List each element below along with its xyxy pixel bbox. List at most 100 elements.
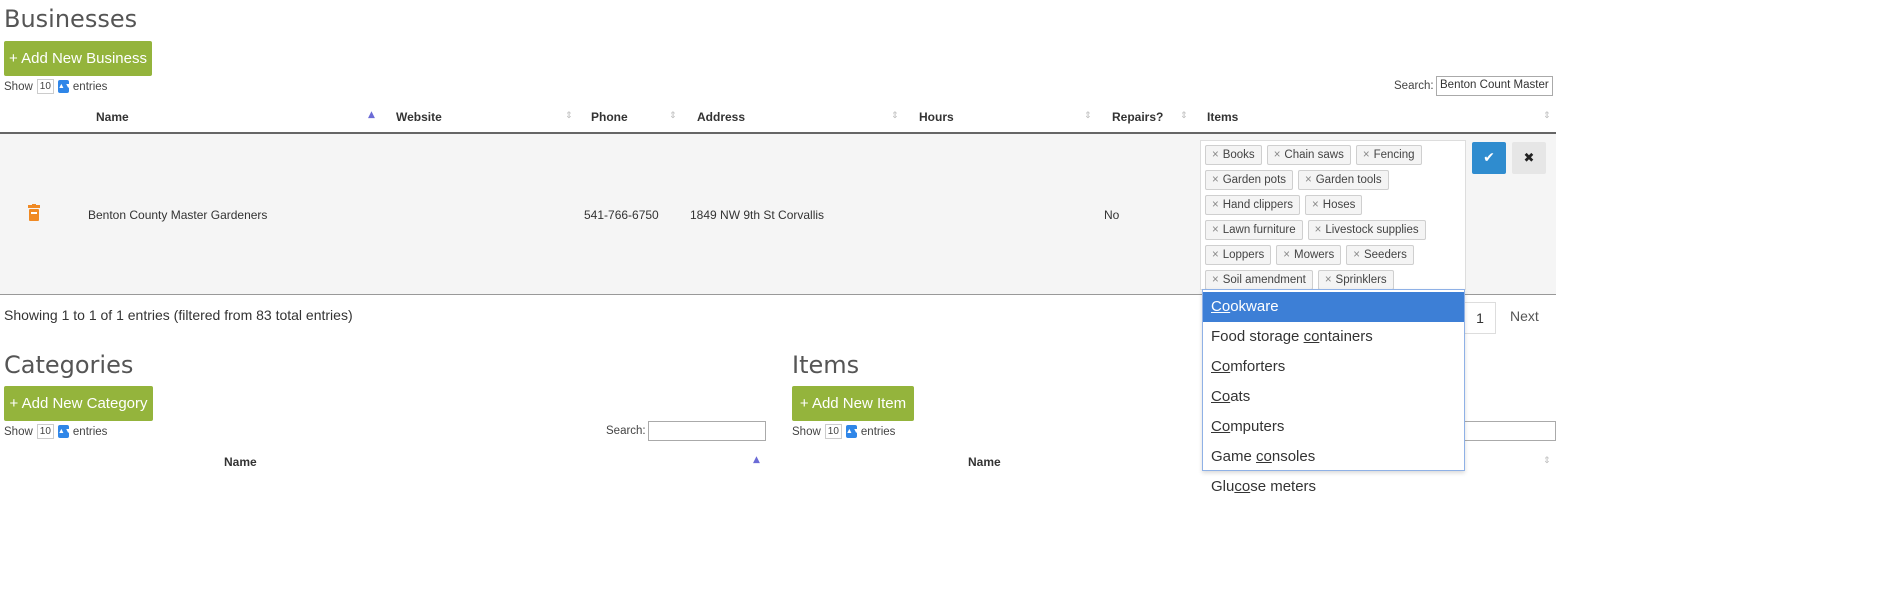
col-header-repairs[interactable]: Repairs? — [1112, 110, 1163, 124]
entries-select[interactable]: 10 — [36, 424, 54, 439]
autocomplete-option-match: co — [1303, 328, 1320, 345]
sort-asc-icon[interactable]: ▲ — [368, 110, 375, 120]
add-new-item-button[interactable]: + Add New Item — [792, 386, 914, 421]
item-tag-label: Loppers — [1222, 249, 1265, 261]
items-tag-editor[interactable]: × Books × Chain saws × Fencing × Garden pots × Ga… — [1200, 140, 1466, 315]
remove-tag-icon[interactable]: × — [1283, 249, 1290, 261]
next-page-button[interactable]: Next — [1510, 308, 1539, 324]
remove-tag-icon[interactable]: × — [1212, 199, 1219, 211]
item-tag: × Sprinklers — [1317, 270, 1394, 290]
autocomplete-option[interactable]: Cookware — [1203, 292, 1464, 322]
sort-icon[interactable]: ⇕ — [565, 111, 573, 121]
remove-tag-icon[interactable]: × — [1312, 199, 1319, 211]
page-1-button[interactable]: 1 — [1464, 302, 1496, 334]
col-header-hours[interactable]: Hours — [919, 110, 954, 124]
sort-icon[interactable]: ⇕ — [891, 111, 899, 121]
show-label: Show — [4, 80, 33, 93]
autocomplete-option[interactable]: Food storage containers — [1203, 322, 1464, 352]
col-header-items[interactable]: Items — [1207, 110, 1238, 124]
items-search-input[interactable] — [1464, 421, 1556, 441]
table-info: Showing 1 to 1 of 1 entries (filtered fr… — [4, 307, 353, 323]
entries-select[interactable]: 10 — [824, 424, 842, 439]
remove-tag-icon[interactable]: × — [1325, 274, 1332, 286]
sort-asc-icon[interactable]: ▲ — [753, 455, 760, 465]
autocomplete-option[interactable]: Coats — [1203, 382, 1464, 412]
col-header-name[interactable]: Name — [96, 110, 129, 124]
item-tag-label: Seeders — [1363, 249, 1407, 261]
item-tag-label: Livestock supplies — [1325, 224, 1419, 236]
autocomplete-option-after: okware — [1230, 298, 1279, 315]
businesses-title: Businesses — [4, 5, 138, 33]
sort-icon[interactable]: ⇕ — [1084, 111, 1092, 121]
item-tag: × Garden tools — [1298, 170, 1389, 190]
entries-select-value: 10 — [827, 426, 839, 437]
item-tag-label: Fencing — [1373, 149, 1415, 161]
autocomplete-option[interactable]: Computers — [1203, 412, 1464, 442]
remove-tag-icon[interactable]: × — [1315, 224, 1322, 236]
remove-tag-icon[interactable]: × — [1305, 174, 1312, 186]
autocomplete-option-before: Food storage — [1211, 328, 1304, 345]
entries-select-value: 10 — [39, 426, 51, 437]
item-tag: × Books — [1205, 145, 1262, 165]
autocomplete-option[interactable]: Glucose meters — [1203, 472, 1464, 502]
sort-icon[interactable]: ⇕ — [1543, 456, 1551, 466]
sort-icon[interactable]: ⇕ — [669, 111, 677, 121]
item-tag: × Garden pots — [1205, 170, 1294, 190]
autocomplete-option-match: co — [1256, 448, 1272, 465]
select-arrow-icon[interactable]: ▲▼ — [845, 425, 860, 438]
add-new-category-button[interactable]: + Add New Category — [4, 386, 153, 421]
select-arrow-icon[interactable]: ▲▼ — [57, 80, 72, 93]
item-tag-label: Soil amendment — [1222, 274, 1306, 286]
autocomplete-option-after: ntainers — [1319, 328, 1373, 345]
col-header-website[interactable]: Website — [396, 110, 442, 124]
autocomplete-option-after: se meters — [1250, 478, 1317, 495]
close-icon: ✖ — [1523, 150, 1535, 166]
cancel-button[interactable]: ✖ — [1512, 142, 1546, 174]
remove-tag-icon[interactable]: × — [1212, 174, 1219, 186]
autocomplete-option-after: nsoles — [1271, 448, 1316, 465]
remove-tag-icon[interactable]: × — [1353, 249, 1360, 261]
items-col-header-name[interactable]: Name — [968, 455, 1001, 469]
remove-tag-icon[interactable]: × — [1212, 224, 1219, 236]
item-tag: × Mowers — [1276, 245, 1342, 265]
categories-search-input[interactable] — [648, 421, 766, 441]
remove-tag-icon[interactable]: × — [1363, 149, 1370, 161]
remove-tag-icon[interactable]: × — [1212, 274, 1219, 286]
autocomplete-dropdown: Cookware Food storage containers Comforter… — [1202, 289, 1465, 495]
business-repairs-cell: No — [1104, 208, 1120, 222]
autocomplete-option[interactable]: Comforters — [1203, 352, 1464, 382]
trash-icon[interactable] — [28, 204, 40, 221]
col-header-address[interactable]: Address — [697, 110, 745, 124]
autocomplete-option-match: Co — [1211, 388, 1231, 405]
item-tag: × Livestock supplies — [1307, 220, 1426, 240]
confirm-button[interactable]: ✔ — [1472, 142, 1506, 174]
autocomplete-option-after: mforters — [1230, 358, 1286, 375]
item-tag-label: Hoses — [1322, 199, 1356, 211]
autocomplete-option-match: Co — [1211, 418, 1231, 435]
autocomplete-option[interactable]: Game consoles — [1203, 442, 1464, 472]
item-tag: × Lawn furniture — [1205, 220, 1303, 240]
item-tag: × Fencing — [1355, 145, 1422, 165]
entries-select[interactable]: 10 — [36, 79, 54, 94]
add-new-business-button[interactable]: + Add New Business — [4, 41, 152, 76]
sort-icon[interactable]: ⇕ — [1543, 111, 1551, 121]
categories-search-label: Search: — [606, 425, 646, 437]
items-title: Items — [792, 351, 860, 379]
categories-col-header-name[interactable]: Name — [224, 455, 257, 469]
item-tag-label: Lawn furniture — [1222, 224, 1296, 236]
item-tag-label: Books — [1222, 149, 1255, 161]
item-tag: × Hoses — [1305, 195, 1363, 215]
item-tag: × Chain saws — [1266, 145, 1351, 165]
col-header-phone[interactable]: Phone — [591, 110, 628, 124]
autocomplete-option-before: Game — [1211, 448, 1257, 465]
business-address-cell: 1849 NW 9th St Corvallis — [690, 208, 825, 222]
remove-tag-icon[interactable]: × — [1212, 149, 1219, 161]
remove-tag-icon[interactable]: × — [1212, 249, 1219, 261]
remove-tag-icon[interactable]: × — [1274, 149, 1281, 161]
item-tag-label: Hand clippers — [1222, 199, 1294, 211]
businesses-search-input[interactable]: Benton Count Master — [1436, 76, 1553, 96]
sort-icon[interactable]: ⇕ — [1180, 111, 1188, 121]
item-tag-label: Garden tools — [1315, 174, 1382, 186]
autocomplete-option-after: mputers — [1230, 418, 1285, 435]
select-arrow-icon[interactable]: ▲▼ — [57, 425, 72, 438]
